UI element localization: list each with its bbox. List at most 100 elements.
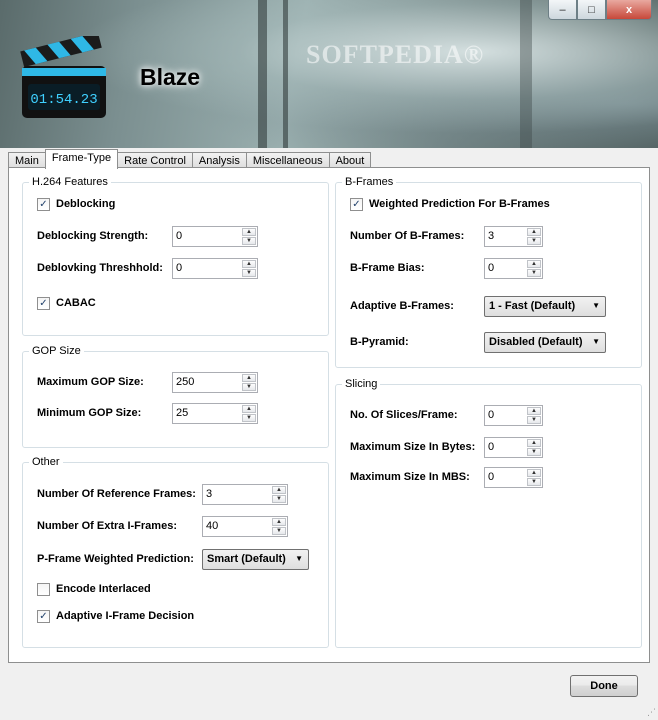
spin-down-button[interactable]: ▼ [527, 416, 541, 424]
spin-up-button[interactable]: ▲ [242, 374, 256, 382]
spin-down-button[interactable]: ▼ [242, 269, 256, 277]
clapperboard-logo-icon: 01:54.23 [20, 36, 106, 118]
spin-down-button[interactable]: ▼ [242, 237, 256, 245]
max-gop-stepper[interactable]: 250 ▲ ▼ [172, 372, 258, 393]
spin-up-button[interactable]: ▲ [242, 405, 256, 413]
group-legend: Slicing [342, 378, 381, 390]
num-bframes-label: Number Of B-Frames: [350, 230, 465, 242]
other-group: Other Number Of Reference Frames: 3 ▲ ▼ N… [22, 456, 329, 648]
group-legend: GOP Size [29, 345, 84, 357]
tab-bar: Main Frame-Type Rate Control Analysis Mi… [8, 149, 372, 169]
minimize-button[interactable]: – [548, 0, 577, 20]
pframe-wp-value: Smart (Default) [207, 553, 286, 565]
background-tree [258, 0, 267, 148]
tab-frame-type[interactable]: Frame-Type [44, 149, 119, 169]
slices-label: No. Of Slices/Frame: [350, 409, 458, 421]
gop-size-group: GOP Size Maximum GOP Size: 250 ▲ ▼ Minimu… [22, 345, 329, 448]
deblocking-checkbox[interactable]: ✓ [37, 198, 50, 211]
spin-down-button[interactable]: ▼ [527, 237, 541, 245]
watermark: SOFTPEDIA® [306, 40, 485, 69]
spin-up-button[interactable]: ▲ [242, 228, 256, 236]
spin-down-button[interactable]: ▼ [527, 478, 541, 486]
bframe-bias-value: 0 [488, 262, 495, 274]
window-controls: – □ x [548, 0, 652, 20]
spin-up-button[interactable]: ▲ [527, 228, 541, 236]
encode-interlaced-checkbox[interactable] [37, 583, 50, 596]
num-bframes-stepper[interactable]: 3 ▲ ▼ [484, 226, 543, 247]
ref-frames-value: 3 [206, 488, 213, 500]
bframe-bias-stepper[interactable]: 0 ▲ ▼ [484, 258, 543, 279]
max-mbs-label: Maximum Size In MBS: [350, 471, 470, 483]
spin-down-button[interactable]: ▼ [272, 527, 286, 535]
check-icon: ✓ [39, 611, 48, 622]
adaptive-bframes-dropdown[interactable]: 1 - Fast (Default) ▼ [484, 296, 606, 317]
check-icon: ✓ [39, 298, 48, 309]
header-banner: SOFTPEDIA® – □ x 01:54.23 Blaze [0, 0, 658, 148]
cabac-checkbox[interactable]: ✓ [37, 297, 50, 310]
max-gop-value: 250 [176, 376, 195, 388]
spin-up-button[interactable]: ▲ [527, 469, 541, 477]
close-button[interactable]: x [606, 0, 652, 20]
maximize-button[interactable]: □ [577, 0, 606, 20]
frame-type-panel: H.264 Features ✓ Deblocking Deblocking S… [8, 167, 650, 663]
background-tree [520, 0, 532, 148]
done-button[interactable]: Done [570, 675, 638, 697]
num-bframes-value: 3 [488, 230, 495, 242]
pframe-wp-dropdown[interactable]: Smart (Default) ▼ [202, 549, 309, 570]
ref-frames-stepper[interactable]: 3 ▲ ▼ [202, 484, 288, 505]
slices-value: 0 [488, 409, 495, 421]
adaptive-bframes-label: Adaptive B-Frames: [350, 300, 454, 312]
group-legend: H.264 Features [29, 176, 111, 188]
deblocking-threshold-value: 0 [176, 262, 183, 274]
weighted-bframes-label: Weighted Prediction For B-Frames [369, 198, 550, 210]
adaptive-bframes-value: 1 - Fast (Default) [489, 300, 576, 312]
weighted-bframes-checkbox[interactable]: ✓ [350, 198, 363, 211]
deblocking-threshold-label: Deblovking Threshhold: [37, 262, 163, 274]
spin-up-button[interactable]: ▲ [272, 518, 286, 526]
max-bytes-stepper[interactable]: 0 ▲ ▼ [484, 437, 543, 458]
resize-grip-icon[interactable]: ⋰ [647, 707, 656, 718]
deblocking-strength-label: Deblocking Strength: [37, 230, 149, 242]
max-bytes-value: 0 [488, 441, 495, 453]
background-tree [283, 0, 288, 148]
close-icon: x [625, 3, 633, 16]
spin-down-button[interactable]: ▼ [527, 269, 541, 277]
extra-iframes-label: Number Of Extra I-Frames: [37, 520, 177, 532]
spin-down-button[interactable]: ▼ [242, 414, 256, 422]
adaptive-iframe-label: Adaptive I-Frame Decision [56, 610, 195, 622]
spin-up-button[interactable]: ▲ [242, 260, 256, 268]
maximize-icon: □ [588, 3, 595, 16]
min-gop-value: 25 [176, 407, 189, 419]
bpyramid-dropdown[interactable]: Disabled (Default) ▼ [484, 332, 606, 353]
max-bytes-label: Maximum Size In Bytes: [350, 441, 476, 453]
chevron-down-icon: ▼ [592, 337, 600, 346]
slicing-group: Slicing No. Of Slices/Frame: 0 ▲ ▼ Maximu… [335, 378, 642, 648]
logo-clock-text: 01:54.23 [30, 92, 97, 108]
extra-iframes-value: 40 [206, 520, 219, 532]
spin-down-button[interactable]: ▼ [527, 448, 541, 456]
deblocking-threshold-stepper[interactable]: 0 ▲ ▼ [172, 258, 258, 279]
spin-up-button[interactable]: ▲ [527, 407, 541, 415]
h264-features-group: H.264 Features ✓ Deblocking Deblocking S… [22, 176, 329, 336]
adaptive-iframe-checkbox[interactable]: ✓ [37, 610, 50, 623]
bframe-bias-label: B-Frame Bias: [350, 262, 425, 274]
slices-stepper[interactable]: 0 ▲ ▼ [484, 405, 543, 426]
spin-down-button[interactable]: ▼ [272, 495, 286, 503]
spin-up-button[interactable]: ▲ [527, 439, 541, 447]
max-gop-label: Maximum GOP Size: [37, 376, 144, 388]
extra-iframes-stepper[interactable]: 40 ▲ ▼ [202, 516, 288, 537]
min-gop-stepper[interactable]: 25 ▲ ▼ [172, 403, 258, 424]
deblocking-strength-value: 0 [176, 230, 183, 242]
deblocking-label: Deblocking [56, 198, 116, 210]
group-legend: Other [29, 456, 63, 468]
bpyramid-value: Disabled (Default) [489, 336, 583, 348]
cabac-label: CABAC [56, 297, 96, 309]
check-icon: ✓ [352, 199, 361, 210]
spin-up-button[interactable]: ▲ [527, 260, 541, 268]
ref-frames-label: Number Of Reference Frames: [37, 488, 196, 500]
chevron-down-icon: ▼ [295, 554, 303, 563]
spin-up-button[interactable]: ▲ [272, 486, 286, 494]
spin-down-button[interactable]: ▼ [242, 383, 256, 391]
max-mbs-stepper[interactable]: 0 ▲ ▼ [484, 467, 543, 488]
deblocking-strength-stepper[interactable]: 0 ▲ ▼ [172, 226, 258, 247]
